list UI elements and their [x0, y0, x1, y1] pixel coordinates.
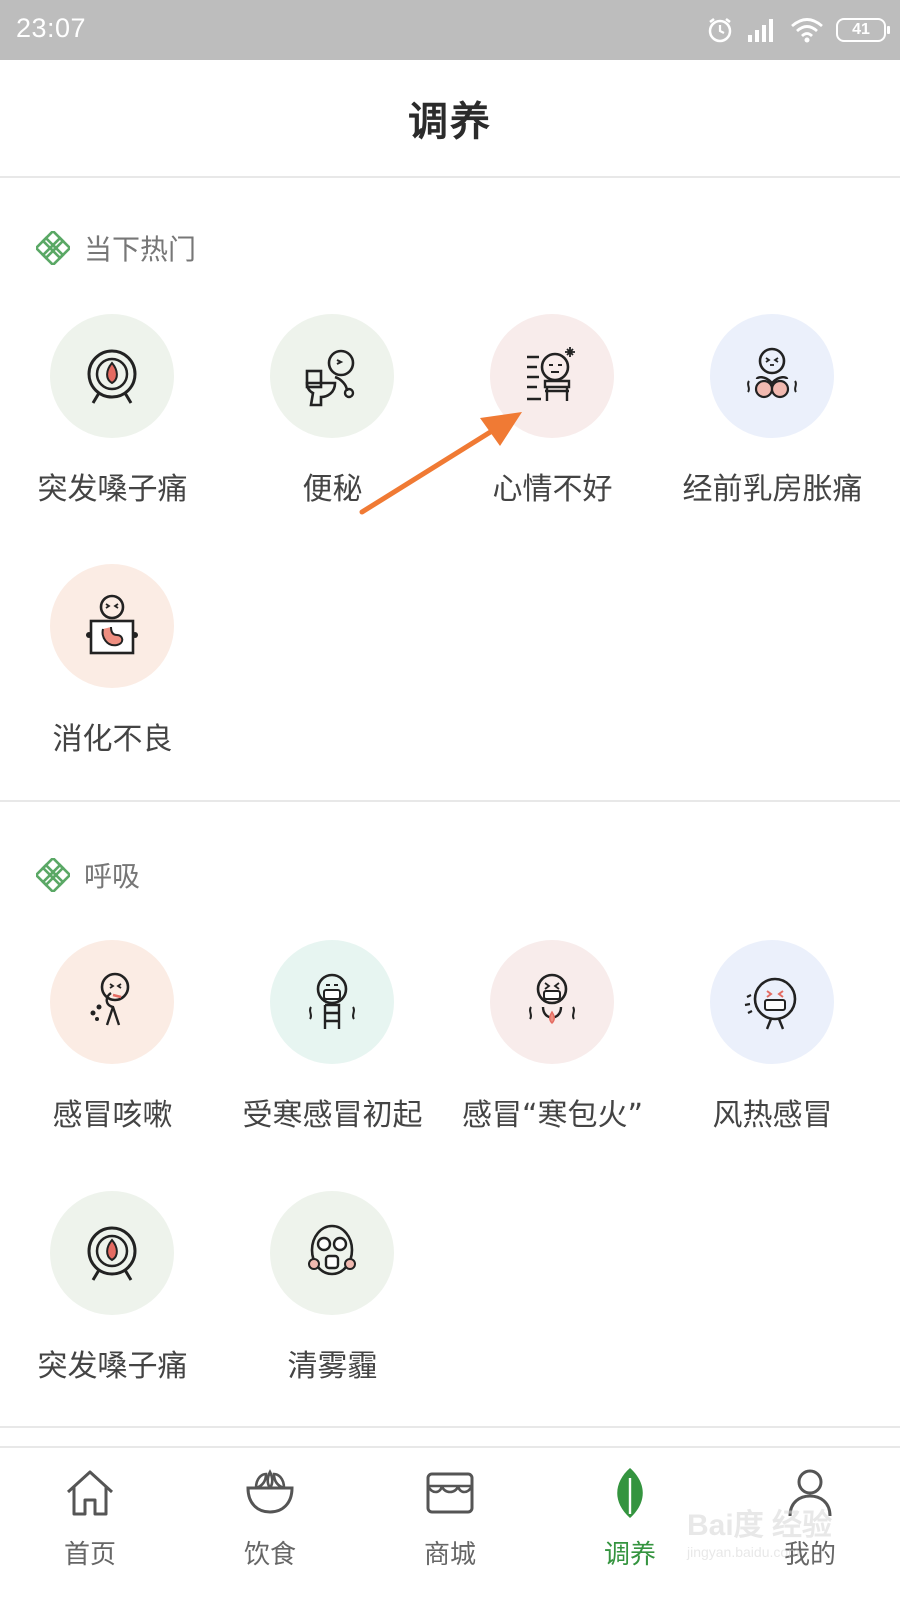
item-icon-circle: [50, 1191, 174, 1315]
item-icon-circle: [490, 940, 614, 1064]
shop-icon: [422, 1464, 478, 1520]
item-label: 风热感冒: [712, 1098, 833, 1133]
section-divider: [0, 800, 900, 802]
item-label: 突发嗓子痛: [37, 1349, 188, 1384]
signal-icon: [748, 19, 773, 42]
throat-icon: [87, 349, 137, 404]
remedy-item-sore-throat-2[interactable]: 突发嗓子痛: [0, 1191, 225, 1431]
remedy-item-smog[interactable]: 清雾霾: [220, 1191, 445, 1431]
breast-pain-icon: [747, 347, 797, 399]
item-icon-circle: [270, 940, 394, 1064]
item-icon-circle: [50, 564, 174, 688]
item-label: 经前乳房胀痛: [682, 472, 863, 507]
throat-icon: [87, 1226, 137, 1281]
item-icon-circle: [710, 314, 834, 438]
home-icon: [62, 1464, 118, 1520]
item-label: 受寒感冒初起: [242, 1098, 423, 1133]
item-icon-circle: [270, 1191, 394, 1315]
bowl-icon: [242, 1464, 298, 1520]
battery-level: 41: [852, 21, 870, 38]
remedy-item-indigestion[interactable]: 消化不良: [0, 564, 225, 804]
remedy-item-breast-pain[interactable]: 经前乳房胀痛: [660, 314, 885, 554]
remedy-item-sore-throat[interactable]: 突发嗓子痛: [0, 314, 225, 554]
nav-label: 饮食: [243, 1540, 296, 1570]
nav-label: 首页: [63, 1540, 116, 1570]
annotation-arrow: [359, 412, 522, 515]
page-header: 调养: [0, 60, 900, 178]
section-title: 当下热门: [84, 233, 197, 266]
section-header-hot: 当下热门: [36, 228, 196, 268]
cough-icon: [90, 972, 130, 1026]
nav-label: 我的: [783, 1540, 836, 1570]
cold-mask-icon: [309, 973, 355, 1029]
item-icon-circle: [50, 940, 174, 1064]
remedy-item-cold-onset[interactable]: 受寒感冒初起: [220, 940, 445, 1180]
nav-home[interactable]: 首页: [0, 1448, 180, 1600]
nav-profile[interactable]: 我的: [720, 1448, 900, 1600]
fire-cold-icon: [529, 973, 575, 1025]
item-label: 突发嗓子痛: [37, 472, 188, 507]
gas-mask-icon: [308, 1224, 356, 1276]
nav-label: 商城: [423, 1540, 476, 1570]
item-icon-circle: [710, 940, 834, 1064]
item-label: 感冒咳嗽: [52, 1098, 173, 1133]
wifi-icon: [791, 18, 823, 43]
user-icon: [782, 1464, 838, 1520]
leaf-icon: [602, 1464, 658, 1520]
section-title: 呼吸: [84, 860, 141, 893]
nav-shop[interactable]: 商城: [360, 1448, 540, 1600]
stomach-icon: [86, 594, 138, 655]
item-label: 感冒“寒包火”: [461, 1098, 644, 1133]
status-icons: 41: [706, 14, 890, 46]
remedy-item-cough[interactable]: 感冒咳嗽: [0, 940, 225, 1180]
knot-icon: [36, 858, 70, 892]
knot-icon: [36, 231, 70, 265]
remedy-item-wind-heat[interactable]: 风热感冒: [660, 940, 885, 1180]
nav-care[interactable]: 调养: [540, 1448, 720, 1600]
remedy-item-cold-fire[interactable]: 感冒“寒包火”: [440, 940, 665, 1180]
page-title: 调养: [408, 99, 492, 145]
bottom-nav: 首页 饮食 商城 调养 我的: [0, 1446, 900, 1600]
item-label: 清雾霾: [287, 1349, 378, 1384]
battery-indicator: 41: [836, 18, 890, 42]
section-header-respiratory: 呼吸: [36, 855, 140, 895]
section-divider: [0, 1426, 900, 1428]
status-bar: 23:07 41: [0, 0, 900, 60]
nav-label: 调养: [603, 1540, 656, 1570]
nav-diet[interactable]: 饮食: [180, 1448, 360, 1600]
item-icon-circle: [50, 314, 174, 438]
wind-heat-icon: [744, 977, 797, 1030]
status-time: 23:07: [16, 13, 87, 43]
item-label: 消化不良: [52, 722, 173, 757]
alarm-icon: [708, 18, 732, 43]
